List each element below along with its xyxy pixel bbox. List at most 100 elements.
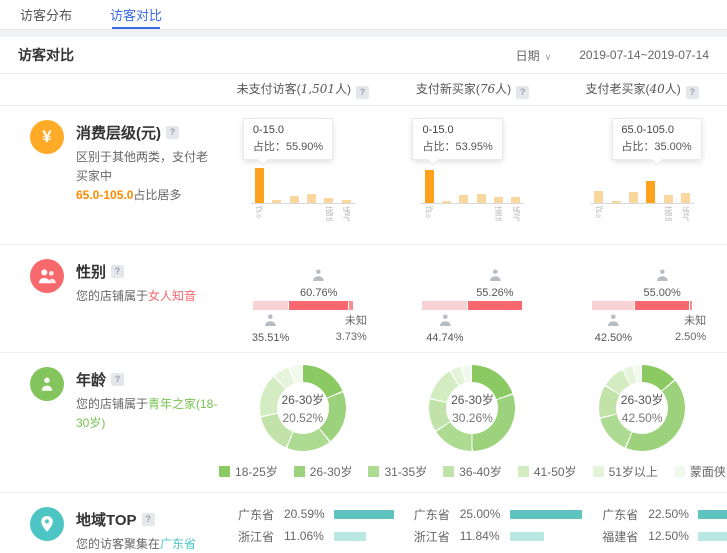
region-bar[interactable] — [334, 510, 394, 519]
axis-tick-label: 105.0-190.0 — [494, 206, 502, 221]
tooltip-range: 65.0-105.0 — [621, 124, 691, 136]
legend-swatch — [219, 466, 230, 477]
bar[interactable] — [255, 168, 264, 203]
help-icon[interactable]: ? — [111, 373, 124, 386]
legend-label: 26-30岁 — [310, 463, 353, 480]
section-age: 年龄 ? 您的店铺属于青年之家(18-30岁) 26-30岁20.52% 26-… — [0, 353, 727, 493]
unknown-percent: 3.73% — [336, 329, 367, 345]
gender-bar-chart: 55.26% 44.74% — [422, 269, 522, 348]
bar[interactable] — [681, 193, 690, 203]
bar-slot — [472, 164, 489, 203]
tab-visitor-distribution[interactable]: 访客分布 — [20, 0, 72, 29]
bar[interactable] — [494, 197, 503, 203]
legend-item[interactable]: 31-35岁 — [368, 463, 427, 480]
help-icon[interactable]: ? — [142, 513, 155, 526]
age-legend: 18-25岁 26-30岁 31-35岁 36-40岁 41-50岁 51岁以上蒙面侠 — [218, 451, 727, 492]
female-segment[interactable] — [635, 301, 689, 310]
section-gender: 性别 ? 您的店铺属于女人知音 60.76%35.51%未知3.73% 55.2… — [0, 245, 727, 353]
region-bar[interactable] — [334, 532, 366, 541]
bar[interactable] — [342, 200, 351, 203]
male-segment[interactable] — [422, 301, 466, 310]
donut-center: 26-30岁42.50% — [616, 382, 668, 434]
bar-slot — [642, 164, 659, 203]
region-bar[interactable] — [698, 510, 727, 519]
unknown-segment[interactable] — [690, 301, 692, 310]
bar[interactable] — [425, 170, 434, 203]
bar[interactable] — [459, 195, 468, 203]
gender-chart-old-buyers: 55.00%42.50%未知2.50% — [557, 245, 727, 352]
consumption-bar-chart-new-buyers: 0-15.0占比：53.95%0-15.0105.0-190.0190.0以上 — [388, 106, 558, 244]
age-donut-chart[interactable]: 26-30岁 20.52% — [260, 365, 346, 451]
bar[interactable] — [442, 201, 451, 203]
donut-center-percent: 20.52% — [282, 411, 323, 425]
legend-item[interactable]: 18-25岁 — [219, 463, 278, 480]
legend-swatch — [518, 466, 529, 477]
axis-tick-label: 190.0以上 — [681, 206, 689, 221]
bar[interactable] — [612, 201, 621, 203]
visitor-compare-panel: 访客对比 日期∨ 2019-07-14~2019-07-14 未支付访客(1,5… — [0, 37, 727, 553]
tab-visitor-compare[interactable]: 访客对比 — [110, 0, 162, 29]
male-segment[interactable] — [592, 301, 634, 310]
column-header-new-buyers: 支付新买家(76人)? — [388, 80, 558, 99]
female-group: 55.26% — [422, 269, 522, 301]
bar-plot: 0-15.0105.0-190.0190.0以上 — [420, 164, 524, 204]
bar[interactable] — [594, 191, 603, 203]
female-segment[interactable] — [468, 301, 523, 310]
bar[interactable] — [272, 200, 281, 203]
age-donut-chart[interactable]: 26-30岁30.26% — [429, 365, 515, 451]
legend-item[interactable]: 51岁以上 — [593, 463, 658, 480]
donut-center-age: 26-30岁 — [451, 391, 494, 408]
bar-slot: 190.0以上 — [677, 164, 694, 203]
female-stat: 55.26% — [476, 268, 513, 299]
person-icon — [606, 314, 620, 326]
bar[interactable] — [477, 194, 486, 203]
donut-center-age: 26-30岁 — [281, 391, 324, 408]
bar[interactable] — [290, 196, 299, 203]
region-row — [602, 547, 727, 553]
female-percent: 55.00% — [644, 287, 681, 299]
bar-slot — [268, 164, 285, 203]
date-range[interactable]: 2019-07-14~2019-07-14 — [579, 48, 709, 62]
bar[interactable] — [664, 195, 673, 203]
date-filter-dropdown[interactable]: 日期∨ — [516, 47, 552, 64]
help-icon[interactable]: ? — [111, 265, 124, 278]
bar[interactable] — [629, 192, 638, 203]
region-bar[interactable] — [698, 532, 727, 541]
legend-item[interactable]: 蒙面侠 — [674, 463, 726, 480]
legend-item[interactable]: 36-40岁 — [443, 463, 502, 480]
male-segment[interactable] — [253, 301, 288, 310]
legend-item[interactable]: 26-30岁 — [294, 463, 353, 480]
consumption-desc-highlight: 65.0-105.0 — [76, 188, 133, 202]
bar-plot: 0-15.0105.0-190.0190.0以上 — [251, 164, 355, 204]
bar-slot: 0-15.0 — [590, 164, 607, 203]
yen-icon: ¥ — [30, 120, 64, 154]
help-icon[interactable]: ? — [516, 86, 529, 99]
region-bar[interactable] — [510, 510, 583, 519]
female-segment[interactable] — [289, 301, 349, 310]
tab-bar: 访客分布 访客对比 — [0, 0, 727, 30]
chart-tooltip: 0-15.0占比：55.90% — [243, 118, 333, 160]
axis-tick-label: 0-15.0 — [425, 206, 433, 218]
section-region-top: 地域TOP ? 您的访客聚集在广东省 广东省20.59%浙江省11.06% 广东… — [0, 493, 727, 553]
column-header-old-buyers: 支付老买家(40人)? — [557, 80, 727, 99]
age-donut-chart[interactable]: 26-30岁42.50% — [599, 365, 685, 451]
male-stat: 44.74% — [426, 313, 463, 344]
bar[interactable] — [646, 181, 655, 203]
region-bar[interactable] — [510, 532, 544, 541]
bar[interactable] — [324, 198, 333, 203]
chart-tooltip: 65.0-105.0占比：35.00% — [611, 118, 701, 160]
male-stat: 35.51% — [252, 313, 289, 344]
help-icon[interactable]: ? — [686, 86, 699, 99]
unknown-segment[interactable] — [349, 301, 353, 310]
bar-slot — [625, 164, 642, 203]
gender-desc-highlight: 女人知音 — [148, 289, 196, 303]
bar[interactable] — [511, 197, 520, 204]
help-icon[interactable]: ? — [356, 86, 369, 99]
legend-swatch — [593, 466, 604, 477]
bar[interactable] — [307, 194, 316, 203]
legend-item[interactable]: 41-50岁 — [518, 463, 577, 480]
chart-tooltip: 0-15.0占比：53.95% — [412, 118, 502, 160]
male-group: 44.74% — [422, 310, 522, 348]
age-donut-old-buyers: 26-30岁42.50% — [557, 353, 727, 451]
help-icon[interactable]: ? — [166, 126, 179, 139]
